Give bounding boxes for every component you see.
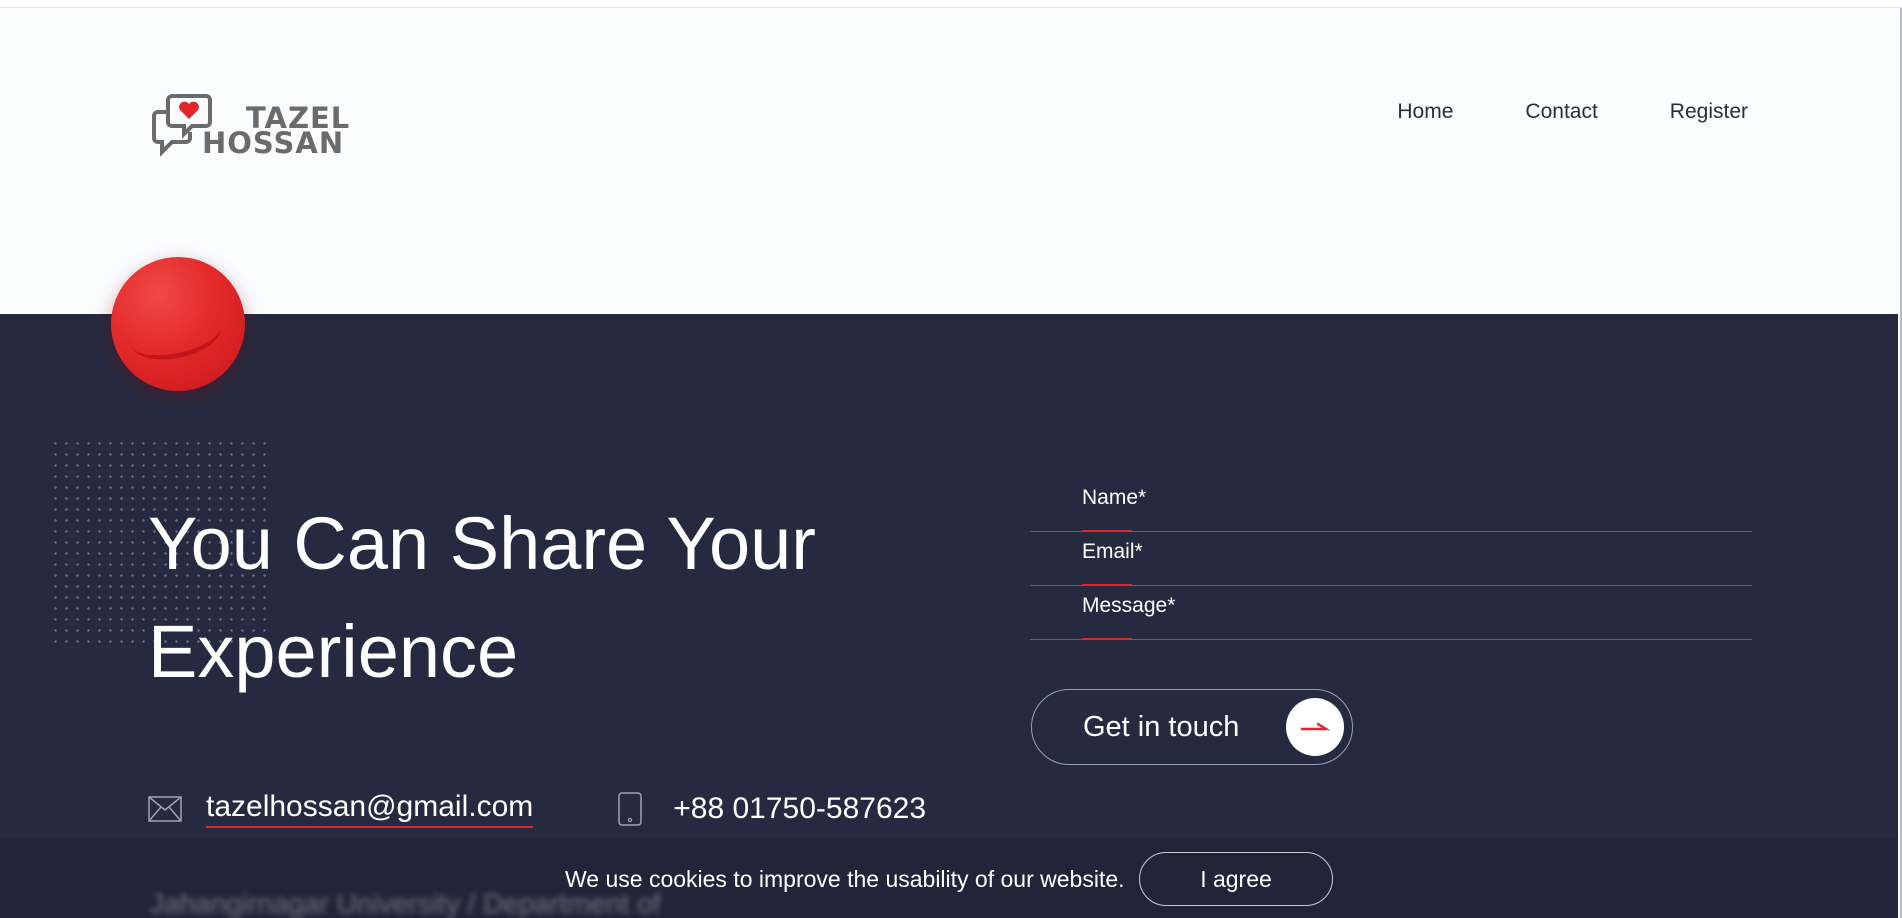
contact-email-link[interactable]: tazelhossan@gmail.com	[206, 790, 534, 828]
main-nav: Home Contact Register	[1397, 100, 1748, 124]
nav-contact[interactable]: Contact	[1525, 100, 1597, 124]
nav-home[interactable]: Home	[1397, 100, 1453, 124]
envelope-icon	[148, 796, 182, 822]
get-in-touch-button[interactable]: Get in touch	[1031, 689, 1353, 765]
message-field[interactable]: Message*	[1030, 586, 1752, 640]
logo-text-line2: HOSSAN	[202, 126, 345, 160]
contact-info-row: tazelhossan@gmail.com +88 01750-587623	[148, 790, 926, 828]
hero-headline: You Can Share Your Experience	[148, 502, 816, 693]
mobile-phone-icon	[618, 792, 643, 826]
cookie-message: We use cookies to improve the usability …	[565, 866, 1125, 892]
email-field[interactable]: Email*	[1030, 532, 1752, 586]
decorative-red-orb	[111, 257, 245, 391]
contact-form: Name* Email* Message*	[1030, 478, 1752, 640]
email-input[interactable]	[1030, 532, 1752, 585]
send-arrow-icon	[1286, 698, 1344, 756]
cookie-agree-button[interactable]: I agree	[1139, 852, 1333, 906]
name-input[interactable]	[1030, 478, 1752, 531]
message-input[interactable]	[1030, 586, 1752, 639]
name-field[interactable]: Name*	[1030, 478, 1752, 532]
site-header: TAZEL HOSSAN Home Contact Register	[0, 8, 1900, 314]
cookie-consent-bar: Jahangirnagar University / Department of…	[0, 838, 1898, 918]
contact-phone: +88 01750-587623	[673, 792, 927, 825]
nav-register[interactable]: Register	[1670, 100, 1748, 124]
message-field-accent	[1082, 638, 1132, 640]
site-logo[interactable]: TAZEL HOSSAN	[150, 84, 360, 164]
get-in-touch-label: Get in touch	[1083, 710, 1240, 743]
top-border	[0, 0, 1902, 8]
